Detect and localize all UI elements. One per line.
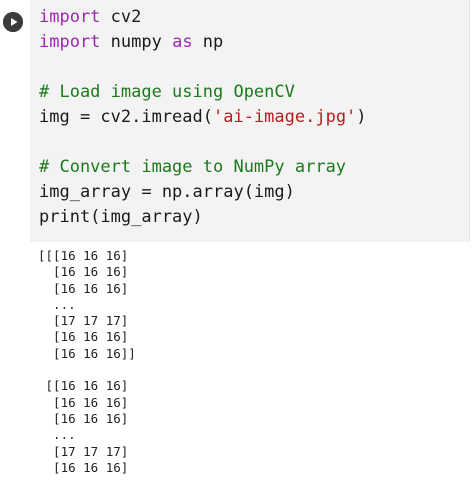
play-icon (3, 12, 23, 32)
keyword: import (39, 7, 101, 27)
code-comment: # Load image using OpenCV (39, 82, 295, 102)
code-line: print(img_array) (39, 207, 203, 227)
output-line: [16 16 16]] (38, 345, 136, 361)
code-text: img = cv2.imread( (39, 107, 213, 127)
code-cell: import cv2 import numpy as np # Load ima… (0, 0, 474, 242)
code-line: img_array = np.array(img) (39, 182, 295, 202)
output-line: [[16 16 16] (38, 378, 129, 394)
code-line: import cv2 (39, 5, 469, 30)
output-line: ... (38, 427, 76, 443)
code-line: import numpy as np (39, 30, 469, 55)
code-text: ) (356, 107, 367, 127)
output-line: [16 16 16] (38, 329, 129, 345)
output-line: [16 16 16] (38, 394, 129, 410)
output-line: [16 16 16] (38, 280, 129, 296)
output-line: [17 17 17] (38, 443, 129, 459)
code-comment: # Convert image to NumPy array (39, 157, 347, 177)
output-line: ... (38, 296, 76, 312)
output-line: [[[16 16 16] (38, 248, 129, 263)
cell-output: [[[16 16 16] [16 16 16] [16 16 16] ... [… (38, 248, 458, 483)
code-editor[interactable]: import cv2 import numpy as np # Load ima… (30, 0, 470, 242)
code-text: numpy (100, 32, 173, 52)
output-line: [16 16 16] (38, 264, 129, 280)
output-line: [17 17 17] (38, 313, 129, 329)
string-literal: 'ai-image.jpg' (213, 107, 357, 127)
code-text: cv2 (100, 7, 142, 27)
code-text: np (192, 32, 224, 52)
keyword: import (39, 32, 101, 52)
cell-gutter (0, 0, 30, 242)
keyword: as (172, 32, 193, 52)
output-line: [16 16 16] (38, 459, 129, 475)
output-line: [16 16 16] (38, 410, 129, 426)
code-line: img = cv2.imread('ai-image.jpg') (39, 105, 469, 130)
run-cell-button[interactable] (3, 12, 23, 32)
